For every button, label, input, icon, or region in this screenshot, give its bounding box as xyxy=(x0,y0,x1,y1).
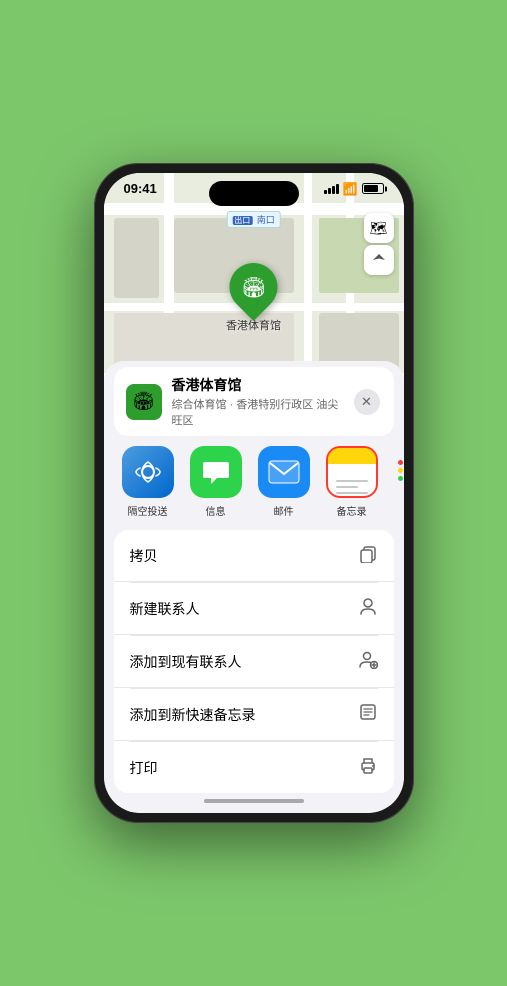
copy-label: 拷贝 xyxy=(130,546,158,566)
new-contact-label: 新建联系人 xyxy=(130,599,200,619)
dynamic-island xyxy=(209,181,299,206)
action-add-note[interactable]: 添加到新快速备忘录 xyxy=(114,689,394,741)
home-indicator xyxy=(104,793,404,813)
airdrop-label: 隔空投送 xyxy=(128,503,168,518)
add-existing-icon xyxy=(358,649,378,674)
signal-icon xyxy=(324,184,339,194)
mail-icon xyxy=(258,446,310,498)
share-item-messages[interactable]: 信息 xyxy=(182,446,250,518)
phone-screen: 09:41 📶 xyxy=(104,173,404,813)
share-item-notes[interactable]: 备忘录 xyxy=(318,446,386,518)
pin-emoji: 🏟 xyxy=(241,275,266,300)
action-print[interactable]: 打印 xyxy=(114,742,394,793)
add-existing-label: 添加到现有联系人 xyxy=(130,652,242,672)
add-note-icon xyxy=(358,702,378,727)
close-button[interactable]: ✕ xyxy=(354,389,380,415)
map-type-button[interactable]: 🗺 xyxy=(364,213,394,243)
share-item-mail[interactable]: 邮件 xyxy=(250,446,318,518)
home-bar xyxy=(204,799,304,803)
location-pin: 🏟 香港体育馆 xyxy=(226,263,281,333)
share-row: 隔空投送 信息 xyxy=(104,436,404,524)
more-dots xyxy=(398,460,403,481)
share-item-airdrop[interactable]: 隔空投送 xyxy=(114,446,182,518)
location-subtitle: 综合体育馆 · 香港特别行政区 油尖旺区 xyxy=(172,396,344,428)
bottom-sheet: 🏟 香港体育馆 综合体育馆 · 香港特别行政区 油尖旺区 ✕ xyxy=(104,361,404,813)
location-logo: 🏟 xyxy=(126,384,162,420)
airdrop-icon xyxy=(122,446,174,498)
location-info-card: 🏟 香港体育馆 综合体育馆 · 香港特别行政区 油尖旺区 ✕ xyxy=(114,367,394,436)
battery-icon xyxy=(362,183,384,194)
phone-frame: 09:41 📶 xyxy=(94,163,414,823)
action-copy[interactable]: 拷贝 xyxy=(114,530,394,582)
copy-icon xyxy=(358,543,378,568)
add-note-label: 添加到新快速备忘录 xyxy=(130,705,256,725)
wifi-icon: 📶 xyxy=(343,182,358,196)
print-label: 打印 xyxy=(130,758,158,778)
mail-label: 邮件 xyxy=(274,503,294,518)
location-name: 香港体育馆 xyxy=(172,375,344,395)
pin-marker: 🏟 xyxy=(220,253,288,321)
location-text: 香港体育馆 综合体育馆 · 香港特别行政区 油尖旺区 xyxy=(172,375,344,428)
notes-icon xyxy=(326,446,378,498)
map-controls: 🗺 xyxy=(364,213,394,275)
messages-icon xyxy=(190,446,242,498)
status-icons: 📶 xyxy=(324,182,384,196)
map-label: 出口 南口 xyxy=(226,211,281,228)
notes-label: 备忘录 xyxy=(337,503,367,518)
messages-label: 信息 xyxy=(206,503,226,518)
action-group: 拷贝 新建联系人 xyxy=(114,530,394,793)
status-time: 09:41 xyxy=(124,181,157,196)
print-icon xyxy=(358,755,378,780)
action-new-contact[interactable]: 新建联系人 xyxy=(114,583,394,635)
more-apps-indicator[interactable] xyxy=(386,446,404,518)
new-contact-icon xyxy=(358,596,378,621)
location-button[interactable] xyxy=(364,245,394,275)
action-add-existing-contact[interactable]: 添加到现有联系人 xyxy=(114,636,394,688)
